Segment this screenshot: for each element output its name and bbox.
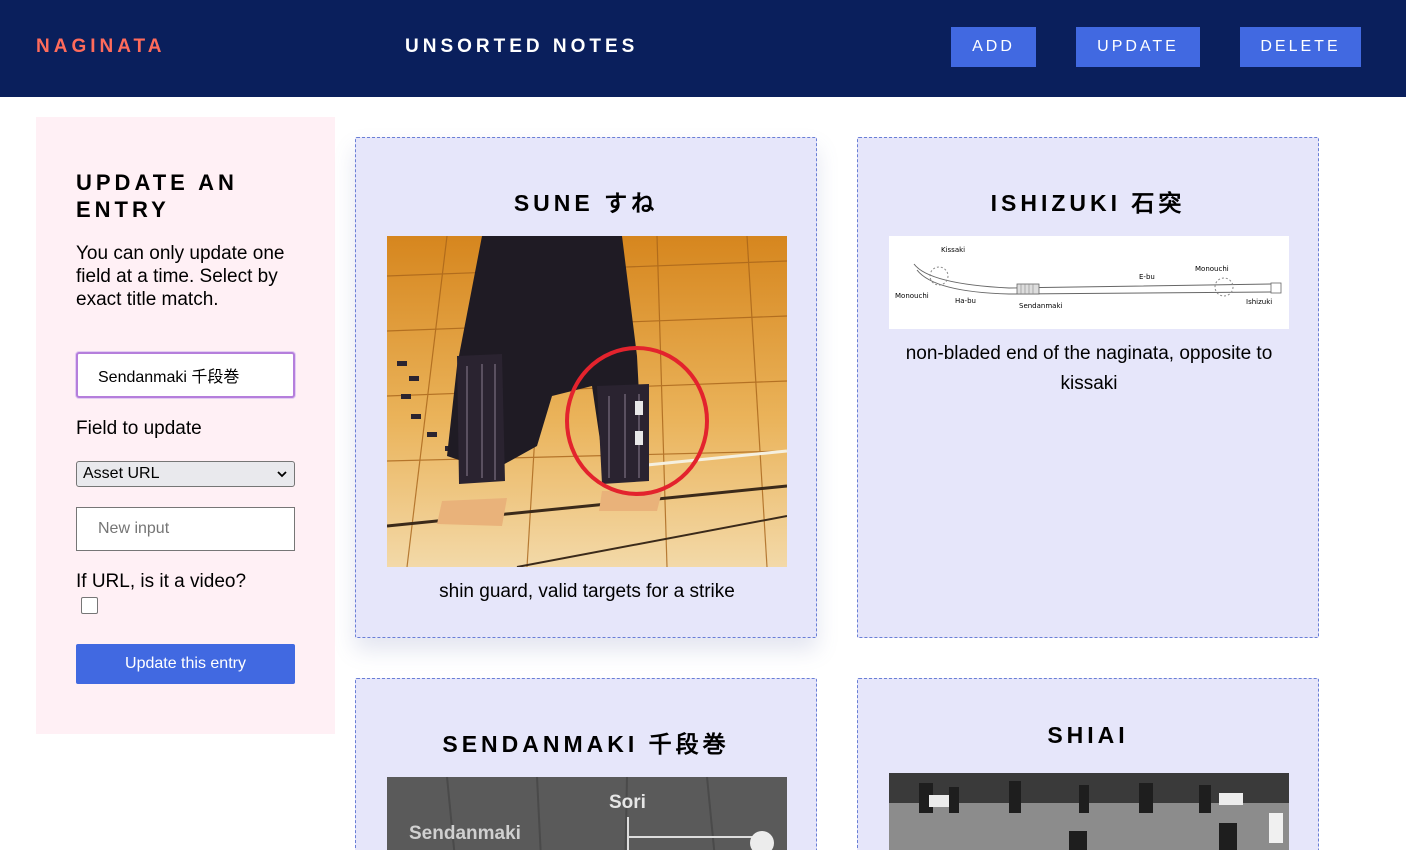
brand-logo[interactable]: NAGINATA <box>36 36 165 58</box>
update-this-entry-button[interactable]: Update this entry <box>76 644 295 684</box>
sendanmaki-image: Sori Sendanmaki <box>387 777 787 850</box>
top-navbar: NAGINATA UNSORTED NOTES ADD UPDATE DELET… <box>0 0 1406 97</box>
update-button[interactable]: UPDATE <box>1076 27 1200 67</box>
page-title: UNSORTED NOTES <box>405 36 639 57</box>
diagram-label-monouchi-left: Monouchi <box>895 292 929 300</box>
note-card-sune: SUNE すね shin guard, valid targets for a … <box>355 137 817 638</box>
update-panel-heading: UPDATE AN ENTRY <box>76 170 238 222</box>
image-label-sori: Sori <box>609 792 646 813</box>
note-card-sendanmaki: SENDANMAKI 千段巻 Sori Sendanmaki <box>355 678 817 850</box>
card-title: SHIAI <box>1047 722 1129 748</box>
diagram-label-e-bu: E-bu <box>1139 273 1155 281</box>
note-card-ishizuki: ISHIZUKI 石突 Kissaki Monouchi Ha-bu Senda… <box>857 137 1319 638</box>
add-button[interactable]: ADD <box>951 27 1036 67</box>
delete-button[interactable]: DELETE <box>1240 27 1361 67</box>
diagram-label-ha-bu: Ha-bu <box>955 297 976 305</box>
chevron-down-icon <box>277 471 287 478</box>
diagram-label-kissaki: Kissaki <box>941 246 965 254</box>
new-input-field[interactable] <box>76 507 295 551</box>
sune-image <box>387 236 787 567</box>
diagram-label-sendanmaki: Sendanmaki <box>1019 302 1063 310</box>
card-title: ISHIZUKI 石突 <box>990 190 1186 216</box>
entry-title-input[interactable] <box>76 352 295 398</box>
note-card-shiai: SHIAI <box>857 678 1319 850</box>
field-to-update-select[interactable]: Asset URL <box>76 461 295 487</box>
image-label-sendanmaki: Sendanmaki <box>409 823 521 844</box>
field-select-value: Asset URL <box>83 465 160 482</box>
ishizuki-diagram: Kissaki Monouchi Ha-bu Sendanmaki E-bu M… <box>889 236 1289 329</box>
diagram-label-monouchi-right: Monouchi <box>1195 265 1229 273</box>
shiai-image <box>889 773 1289 850</box>
card-title: SENDANMAKI 千段巻 <box>442 731 730 757</box>
is-video-checkbox[interactable] <box>81 597 98 614</box>
diagram-label-ishizuki: Ishizuki <box>1246 298 1272 306</box>
card-description: non-bladed end of the naginata, opposite… <box>905 343 1273 394</box>
card-title: SUNE すね <box>513 190 659 216</box>
update-panel-description: You can only update one field at a time.… <box>76 243 285 310</box>
card-description: shin guard, valid targets for a strike <box>439 581 735 602</box>
field-to-update-label: Field to update <box>76 418 202 439</box>
update-entry-panel: UPDATE AN ENTRY You can only update one … <box>36 117 335 734</box>
is-video-label: If URL, is it a video? <box>76 571 247 592</box>
